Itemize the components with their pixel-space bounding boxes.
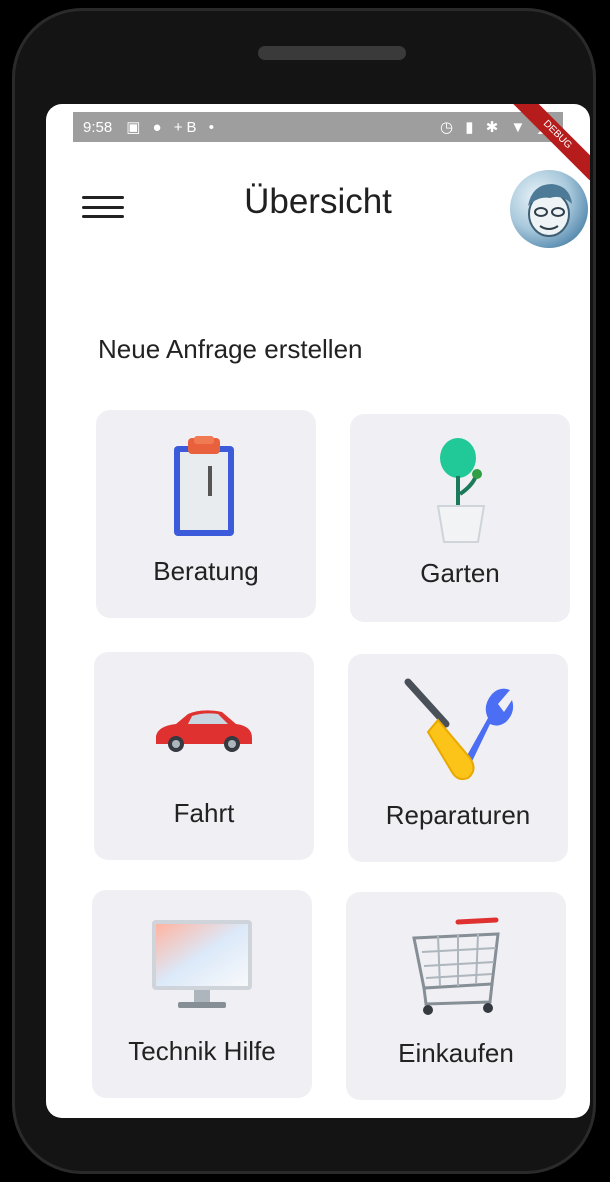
- category-label: Garten: [420, 558, 500, 588]
- category-tile-einkaufen[interactable]: Einkaufen: [346, 892, 566, 1100]
- category-tile-garten[interactable]: Garten: [350, 414, 570, 622]
- app-screen: 9:58 ▣ ● +B • ◷ ▮ ✱ ▼ ◢ DEBUG Übersicht …: [46, 104, 590, 1118]
- user-avatar[interactable]: [510, 170, 588, 248]
- tools-icon: [400, 678, 514, 787]
- status-time: 9:58: [83, 118, 113, 136]
- shopping-cart-icon: [408, 914, 508, 1023]
- section-heading: Neue Anfrage erstellen: [98, 334, 363, 364]
- phone-frame: 9:58 ▣ ● +B • ◷ ▮ ✱ ▼ ◢ DEBUG Übersicht …: [12, 8, 596, 1174]
- plant-pot-icon: [432, 436, 492, 549]
- clipboard-icon: [170, 436, 240, 543]
- category-tile-beratung[interactable]: Beratung: [96, 410, 316, 618]
- category-label: Fahrt: [173, 798, 235, 828]
- category-label: Beratung: [153, 556, 259, 586]
- category-tile-technik-hilfe[interactable]: Technik Hilfe: [92, 890, 312, 1098]
- category-tile-fahrt[interactable]: Fahrt: [94, 652, 314, 860]
- phone-speaker: [258, 46, 406, 60]
- page-title: Übersicht: [244, 182, 392, 221]
- car-icon: [152, 706, 256, 759]
- category-tile-reparaturen[interactable]: Reparaturen: [348, 654, 568, 862]
- category-label: Reparaturen: [385, 800, 531, 830]
- category-label: Technik Hilfe: [128, 1036, 276, 1066]
- monitor-icon: [150, 918, 254, 1019]
- status-bar: 9:58 ▣ ● +B • ◷ ▮ ✱ ▼ ◢: [73, 112, 563, 142]
- category-label: Einkaufen: [398, 1038, 514, 1068]
- status-notification-icons: ▣ ● +B •: [126, 119, 218, 136]
